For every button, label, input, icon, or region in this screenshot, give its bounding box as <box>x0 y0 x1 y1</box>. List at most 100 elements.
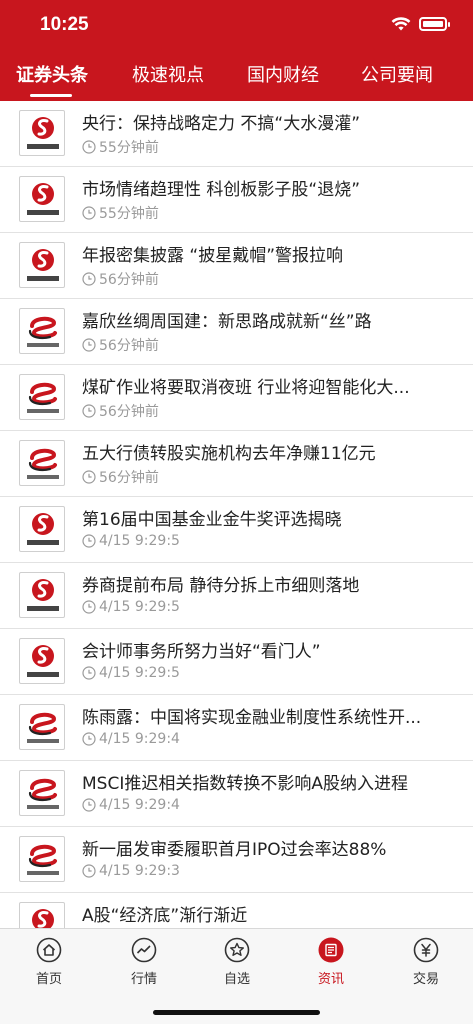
news-item[interactable]: 市场情绪趋理性 科创板影子股“退烧” 55分钟前 <box>0 167 473 233</box>
battery-icon <box>419 17 450 31</box>
news-item[interactable]: 五大行债转股实施机构去年净赚11亿元 56分钟前 <box>0 431 473 497</box>
status-bar: 10:25 <box>0 0 473 52</box>
nav-watchlist[interactable]: 自选 <box>207 937 267 987</box>
news-meta: 4/15 9:29:3 <box>82 863 180 879</box>
news-meta: 55分钟前 <box>82 203 159 223</box>
zgzqb-logo <box>19 572 65 618</box>
news-meta: 4/15 9:29:5 <box>82 599 180 615</box>
news-item[interactable]: 煤矿作业将要取消夜班 行业将迎智能化大... 56分钟前 <box>0 365 473 431</box>
news-title: 第16届中国基金业金牛奖评选揭晓 <box>82 510 342 530</box>
clock-icon <box>82 666 96 680</box>
clock-icon <box>82 140 96 154</box>
shzqb-logo <box>19 770 65 816</box>
news-time: 4/15 9:29:5 <box>99 533 180 549</box>
news-title: 市场情绪趋理性 科创板影子股“退烧” <box>82 180 361 200</box>
news-time: 56分钟前 <box>99 338 159 354</box>
news-meta: 56分钟前 <box>82 401 159 421</box>
chart-icon <box>131 937 157 963</box>
news-title: 年报密集披露 “披星戴帽”警报拉响 <box>82 246 344 266</box>
news-title: 五大行债转股实施机构去年净赚11亿元 <box>82 444 376 464</box>
tab-company-news[interactable]: 公司要闻 <box>361 58 433 94</box>
news-item[interactable]: 券商提前布局 静待分拆上市细则落地 4/15 9:29:5 <box>0 563 473 629</box>
news-item[interactable]: MSCI推迟相关指数转换不影响A股纳入进程 4/15 9:29:4 <box>0 761 473 827</box>
shzqb-logo <box>19 440 65 486</box>
active-tab-indicator <box>30 94 72 97</box>
tab-domestic-finance[interactable]: 国内财经 <box>247 58 319 94</box>
clock-icon <box>82 534 96 548</box>
news-meta: 4/15 9:29:4 <box>82 797 180 813</box>
clock-icon <box>82 338 96 352</box>
news-title: MSCI推迟相关指数转换不影响A股纳入进程 <box>82 774 408 794</box>
news-title: 煤矿作业将要取消夜班 行业将迎智能化大... <box>82 378 410 398</box>
news-meta: 4/15 9:29:5 <box>82 533 180 549</box>
clock-icon <box>82 272 96 286</box>
news-time: 4/15 9:29:4 <box>99 797 180 813</box>
news-meta: 56分钟前 <box>82 269 159 289</box>
nav-watchlist-label: 自选 <box>223 972 250 987</box>
nav-news[interactable]: 资讯 <box>301 937 361 987</box>
clock-icon <box>82 732 96 746</box>
shzqb-logo <box>19 308 65 354</box>
zgzqb-logo <box>19 506 65 552</box>
wifi-icon <box>391 17 411 31</box>
news-title: 央行：保持战略定力 不搞“大水漫灌” <box>82 114 361 134</box>
news-icon <box>318 937 344 963</box>
shzqb-logo <box>19 836 65 882</box>
news-time: 4/15 9:29:4 <box>99 731 180 747</box>
clock-icon <box>82 600 96 614</box>
star-icon <box>224 937 250 963</box>
nav-home-label: 首页 <box>35 972 62 987</box>
news-item[interactable]: 央行：保持战略定力 不搞“大水漫灌” 55分钟前 <box>0 101 473 167</box>
nav-news-label: 资讯 <box>317 972 344 987</box>
news-item[interactable]: 陈雨露：中国将实现金融业制度性系统性开... 4/15 9:29:4 <box>0 695 473 761</box>
shzqb-logo <box>19 704 65 750</box>
status-time: 10:25 <box>40 14 89 35</box>
news-item[interactable]: A股“经济底”渐行渐近 <box>0 893 473 928</box>
news-item[interactable]: 新一届发审委履职首月IPO过会率达88% 4/15 9:29:3 <box>0 827 473 893</box>
news-title: 券商提前布局 静待分拆上市细则落地 <box>82 576 360 596</box>
clock-icon <box>82 206 96 220</box>
news-title: 陈雨露：中国将实现金融业制度性系统性开... <box>82 708 422 728</box>
home-icon <box>36 937 62 963</box>
status-icons <box>391 16 450 32</box>
news-title: 新一届发审委履职首月IPO过会率达88% <box>82 840 387 860</box>
home-indicator <box>153 1010 320 1015</box>
nav-market[interactable]: 行情 <box>114 937 174 987</box>
news-title: 嘉欣丝绸周国建：新思路成就新“丝”路 <box>82 312 372 332</box>
news-list[interactable]: 央行：保持战略定力 不搞“大水漫灌” 55分钟前 市场情绪趋理性 科创板影子股“退烧… <box>0 101 473 928</box>
news-time: 4/15 9:29:5 <box>99 599 180 615</box>
zgzqb-logo <box>19 110 65 156</box>
app-header: 10:25 证券头条 极速视点 国内财经 公司要闻 <box>0 0 473 101</box>
news-time: 55分钟前 <box>99 140 159 156</box>
news-time: 4/15 9:29:3 <box>99 863 180 879</box>
news-time: 4/15 9:29:5 <box>99 665 180 681</box>
tab-express-views[interactable]: 极速视点 <box>132 58 204 94</box>
tab-securities-headlines[interactable]: 证券头条 <box>16 58 88 94</box>
zgzqb-logo <box>19 242 65 288</box>
nav-market-label: 行情 <box>130 972 157 987</box>
clock-icon <box>82 404 96 418</box>
zgzqb-logo <box>19 638 65 684</box>
news-time: 55分钟前 <box>99 206 159 222</box>
news-meta: 56分钟前 <box>82 335 159 355</box>
news-time: 56分钟前 <box>99 272 159 288</box>
news-item[interactable]: 年报密集披露 “披星戴帽”警报拉响 56分钟前 <box>0 233 473 299</box>
news-title: A股“经济底”渐行渐近 <box>82 906 248 926</box>
category-tabs: 证券头条 极速视点 国内财经 公司要闻 <box>0 58 473 98</box>
news-time: 56分钟前 <box>99 404 159 420</box>
zgzqb-logo <box>19 176 65 222</box>
clock-icon <box>82 470 96 484</box>
news-title: 会计师事务所努力当好“看门人” <box>82 642 321 662</box>
clock-icon <box>82 864 96 878</box>
news-meta: 4/15 9:29:4 <box>82 731 180 747</box>
news-time: 56分钟前 <box>99 470 159 486</box>
shzqb-logo <box>19 374 65 420</box>
clock-icon <box>82 798 96 812</box>
nav-trade[interactable]: 交易 <box>396 937 456 987</box>
news-item[interactable]: 嘉欣丝绸周国建：新思路成就新“丝”路 56分钟前 <box>0 299 473 365</box>
news-item[interactable]: 会计师事务所努力当好“看门人” 4/15 9:29:5 <box>0 629 473 695</box>
news-item[interactable]: 第16届中国基金业金牛奖评选揭晓 4/15 9:29:5 <box>0 497 473 563</box>
zgzqb-logo <box>19 902 65 928</box>
nav-trade-label: 交易 <box>412 972 439 987</box>
nav-home[interactable]: 首页 <box>19 937 79 987</box>
